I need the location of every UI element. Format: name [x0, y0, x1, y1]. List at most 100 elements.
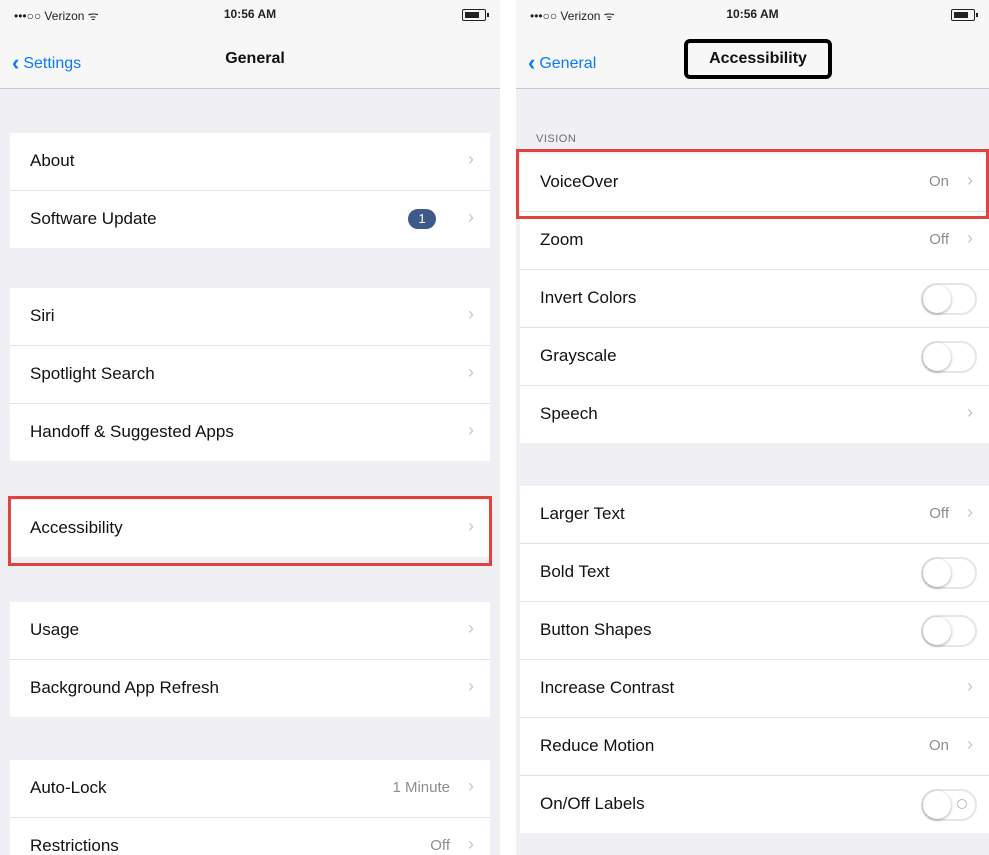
- row-spotlight-search[interactable]: Spotlight Search ›: [10, 346, 490, 404]
- chevron-right-icon: ›: [967, 228, 973, 248]
- clock: 10:56 AM: [726, 7, 779, 21]
- row-label: Restrictions: [30, 836, 119, 855]
- navigation-bar: ‹ Settings General: [0, 28, 500, 89]
- chevron-right-icon: ›: [468, 776, 474, 796]
- row-grayscale: Grayscale: [520, 328, 989, 386]
- settings-group: Usage › Background App Refresh ›: [10, 602, 490, 717]
- status-bar: •••○○ Verizon ᯤ 10:56 AM: [516, 0, 989, 28]
- chevron-right-icon: ›: [967, 402, 973, 422]
- row-label: Spotlight Search: [30, 364, 155, 383]
- chevron-right-icon: ›: [967, 502, 973, 522]
- settings-group: Larger Text Off › Bold Text Button Shape…: [520, 486, 989, 833]
- row-about[interactable]: About ›: [10, 133, 490, 191]
- row-button-shapes: Button Shapes: [520, 602, 989, 660]
- row-zoom[interactable]: Zoom Off ›: [520, 212, 989, 270]
- row-label: Background App Refresh: [30, 678, 220, 697]
- row-label: Software Update: [30, 209, 157, 228]
- onoff-labels-toggle[interactable]: [921, 789, 977, 821]
- bold-text-toggle[interactable]: [921, 557, 977, 589]
- chevron-right-icon: ›: [468, 834, 474, 854]
- chevron-right-icon: ›: [468, 304, 474, 324]
- row-label: Reduce Motion: [540, 736, 655, 755]
- general-settings-screen: •••○○ Verizon ᯤ 10:56 AM ‹ Settings Gener…: [0, 0, 500, 855]
- chevron-right-icon: ›: [468, 207, 474, 227]
- row-label: VoiceOver: [540, 172, 619, 191]
- carrier-label: •••○○ Verizon ᯤ: [14, 9, 99, 23]
- back-label: Settings: [23, 55, 82, 72]
- toggle-knob: [923, 791, 951, 819]
- row-usage[interactable]: Usage ›: [10, 602, 490, 660]
- chevron-right-icon: ›: [468, 420, 474, 440]
- row-label: Usage: [30, 620, 80, 639]
- carrier-label: •••○○ Verizon ᯤ: [530, 9, 615, 23]
- page-title: General: [225, 50, 285, 67]
- row-increase-contrast[interactable]: Increase Contrast ›: [520, 660, 989, 718]
- row-label: Speech: [540, 404, 598, 423]
- chevron-right-icon: ›: [967, 734, 973, 754]
- row-speech[interactable]: Speech ›: [520, 386, 989, 443]
- off-label-icon: [957, 799, 967, 809]
- invert-colors-toggle[interactable]: [921, 283, 977, 315]
- settings-group: Auto-Lock 1 Minute › Restrictions Off ›: [10, 760, 490, 855]
- toggle-knob: [923, 285, 951, 313]
- section-header-vision: VISION: [536, 133, 577, 145]
- row-value: Off: [929, 505, 949, 522]
- settings-group: Siri › Spotlight Search › Handoff & Sugg…: [10, 288, 490, 461]
- chevron-right-icon: ›: [468, 362, 474, 382]
- button-shapes-toggle[interactable]: [921, 615, 977, 647]
- row-label: Handoff & Suggested Apps: [30, 422, 234, 441]
- row-voiceover[interactable]: VoiceOver On ›: [520, 154, 989, 212]
- toggle-knob: [923, 617, 951, 645]
- row-value: On: [928, 737, 949, 754]
- row-label: Bold Text: [540, 562, 610, 581]
- row-label: Accessibility: [30, 518, 123, 537]
- row-software-update[interactable]: Software Update 1 ›: [10, 191, 490, 248]
- chevron-right-icon: ›: [468, 618, 474, 638]
- clock: 10:56 AM: [223, 7, 277, 21]
- chevron-right-icon: ›: [967, 676, 973, 696]
- row-value: On: [928, 173, 949, 190]
- row-larger-text[interactable]: Larger Text Off ›: [520, 486, 989, 544]
- row-siri[interactable]: Siri ›: [10, 288, 490, 346]
- row-reduce-motion[interactable]: Reduce Motion On ›: [520, 718, 989, 776]
- row-label: Increase Contrast: [540, 678, 675, 697]
- row-handoff[interactable]: Handoff & Suggested Apps ›: [10, 404, 490, 461]
- row-auto-lock[interactable]: Auto-Lock 1 Minute ›: [10, 760, 490, 818]
- chevron-right-icon: ›: [967, 170, 973, 190]
- row-label: Siri: [30, 306, 55, 325]
- row-value: Off: [929, 231, 949, 248]
- chevron-right-icon: ›: [468, 149, 474, 169]
- row-label: Button Shapes: [540, 620, 652, 639]
- settings-group: VoiceOver On › Zoom Off › Invert Colors …: [520, 154, 989, 443]
- status-bar: •••○○ Verizon ᯤ 10:56 AM: [0, 0, 500, 28]
- settings-group: About › Software Update 1 ›: [10, 133, 490, 248]
- row-onoff-labels: On/Off Labels: [520, 776, 989, 833]
- back-button[interactable]: ‹ General: [528, 50, 596, 76]
- chevron-left-icon: ‹: [12, 50, 20, 75]
- back-button[interactable]: ‹ Settings: [12, 50, 81, 76]
- back-label: General: [539, 55, 597, 72]
- navigation-bar: ‹ General Accessibility: [516, 28, 989, 89]
- row-restrictions[interactable]: Restrictions Off ›: [10, 818, 490, 855]
- battery-icon: [462, 9, 489, 21]
- chevron-right-icon: ›: [468, 516, 474, 536]
- row-value: 1 Minute: [392, 779, 450, 796]
- row-value: Off: [430, 837, 450, 854]
- page-title: Accessibility: [709, 50, 807, 67]
- row-label: Auto-Lock: [30, 778, 107, 797]
- row-label: Larger Text: [540, 504, 625, 523]
- grayscale-toggle[interactable]: [921, 341, 977, 373]
- row-background-app-refresh[interactable]: Background App Refresh ›: [10, 660, 490, 717]
- row-label: About: [30, 151, 75, 170]
- row-label: On/Off Labels: [540, 794, 645, 813]
- toggle-knob: [923, 559, 951, 587]
- chevron-right-icon: ›: [468, 676, 474, 696]
- row-label: Zoom: [540, 230, 584, 249]
- chevron-left-icon: ‹: [528, 50, 536, 75]
- battery-icon: [951, 9, 978, 21]
- toggle-knob: [923, 343, 951, 371]
- settings-group: Accessibility ›: [10, 500, 490, 557]
- accessibility-settings-screen: •••○○ Verizon ᯤ 10:56 AM ‹ General Access…: [516, 0, 989, 855]
- row-invert-colors: Invert Colors: [520, 270, 989, 328]
- row-accessibility[interactable]: Accessibility ›: [10, 500, 490, 557]
